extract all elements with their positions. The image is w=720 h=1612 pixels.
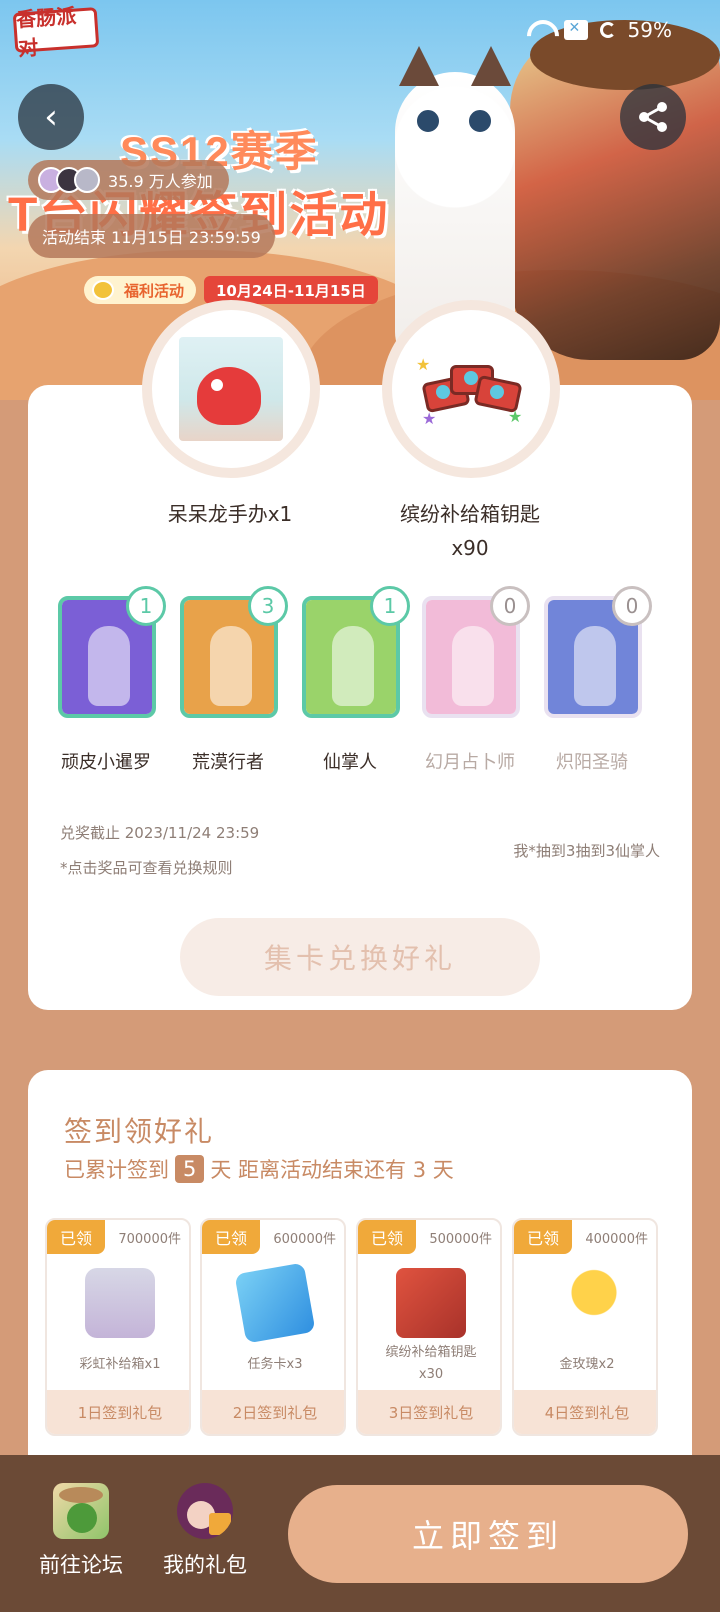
gift-name: 缤纷补给箱钥匙 [385,1345,477,1360]
card-name: 幻月占卜师 [425,752,515,773]
forum-button[interactable]: 前往论坛 [26,1483,136,1579]
gift-quantity: x30 [418,1367,444,1382]
signin-gift-card[interactable]: 已领 400000件金玫瑰x2 4日签到礼包 [512,1218,658,1436]
participant-avatars [38,167,100,193]
signin-progress: 已累计签到 5 天 距离活动结束还有 3 天 [64,1154,454,1184]
gift-name: 任务卡x3 [247,1357,303,1372]
bottom-bar: 前往论坛 我的礼包 立即签到 [0,1455,720,1612]
game-logo: 香肠派对 [12,6,100,61]
signin-prefix: 已累计签到 [64,1158,169,1182]
my-gifts-button[interactable]: 我的礼包 [150,1483,260,1579]
gold-rose-icon [552,1268,622,1338]
signin-days: 5 [175,1155,205,1183]
gift-day-label: 4日签到礼包 [514,1390,656,1434]
claimed-tag: 已领 [514,1220,572,1254]
signin-gift-card[interactable]: 已领 500000件缤纷补给箱钥匙 x30 3日签到礼包 [356,1218,502,1436]
redeem-button[interactable]: 集卡兑换好礼 [180,918,540,996]
gift-name: 彩虹补给箱x1 [79,1357,161,1372]
gift-day-label: 2日签到礼包 [202,1390,344,1434]
prize-label: 呆呆龙手办x1 [167,502,293,526]
claimed-tag: 已领 [202,1220,260,1254]
share-button[interactable] [620,84,686,150]
gift-stock: 700000件 [118,1232,181,1247]
gifts-label: 我的礼包 [163,1553,247,1577]
event-end-time: 活动结束 11月15日 23:59:59 [28,214,275,258]
participants-count: 35.9 万人参加 [108,172,213,191]
avatar [74,167,100,193]
prize-supply-keys[interactable]: ★ ★ ★ [382,300,560,478]
card-name: 仙掌人 [323,752,377,773]
notification-icon [563,20,588,40]
card-name: 炽阳圣骑 [556,752,628,773]
card-name: 荒漠行者 [192,752,264,773]
battery-text: 59% [627,18,672,42]
forum-icon [53,1483,109,1539]
gift-day-label: 3日签到礼包 [358,1390,500,1434]
card-count-badge: 3 [248,586,288,626]
chevron-left-icon: ‹ [44,97,58,137]
card-count-badge: 1 [126,586,166,626]
status-bar: 59% [526,18,672,42]
wifi-icon [526,20,552,40]
dragon-figure-icon [179,337,283,441]
signin-now-button[interactable]: 立即签到 [288,1485,688,1583]
gift-day-label: 1日签到礼包 [47,1390,189,1434]
share-icon [639,102,667,132]
signin-suffix: 天 距离活动结束还有 3 天 [210,1158,454,1182]
rule-note[interactable]: *点击奖品可查看兑换规则 [60,857,233,878]
gift-name: 金玫瑰x2 [559,1357,615,1372]
signin-gift-card[interactable]: 已领 600000件任务卡x3 2日签到礼包 [200,1218,346,1436]
card-count-badge: 0 [612,586,652,626]
card-count-badge: 1 [370,586,410,626]
my-draw-text: 我*抽到3抽到3仙掌人 [513,842,660,860]
claimed-tag: 已领 [358,1220,416,1254]
gift-stock: 500000件 [429,1232,492,1247]
welfare-label: 福利活动 [124,281,185,300]
card-count-badge: 0 [490,586,530,626]
back-button[interactable]: ‹ [18,84,84,150]
forum-label: 前往论坛 [39,1553,123,1577]
supply-key-icon [396,1268,466,1338]
card-name: 顽皮小暹罗 [61,752,151,773]
signin-gift-card[interactable]: 已领 700000件彩虹补给箱x1 1日签到礼包 [45,1218,191,1436]
gift-stock: 600000件 [273,1232,336,1247]
redeem-deadline: 兑奖截止 2023/11/24 23:59 [60,824,260,842]
prize-dragon-figure[interactable] [142,300,320,478]
battery-icon [599,22,616,38]
hero-banner: SS12赛季 T台闪耀签到活动 福利活动 10月24日-11月15日 [0,0,720,400]
participants-pill: 35.9 万人参加 [28,160,229,200]
prize-quantity: x90 [451,536,489,560]
gift-stock: 400000件 [585,1232,648,1247]
supply-key-icon: ★ ★ ★ [416,355,523,428]
rainbow-box-icon [85,1268,155,1338]
coin-icon [92,280,114,300]
claimed-tag: 已领 [47,1220,105,1254]
task-card-icon [234,1262,316,1344]
prize-label: 缤纷补给箱钥匙 [400,502,540,526]
signin-title: 签到领好礼 [64,1115,215,1148]
gift-avatar-icon [177,1483,233,1539]
welfare-tag: 福利活动 [84,276,197,304]
